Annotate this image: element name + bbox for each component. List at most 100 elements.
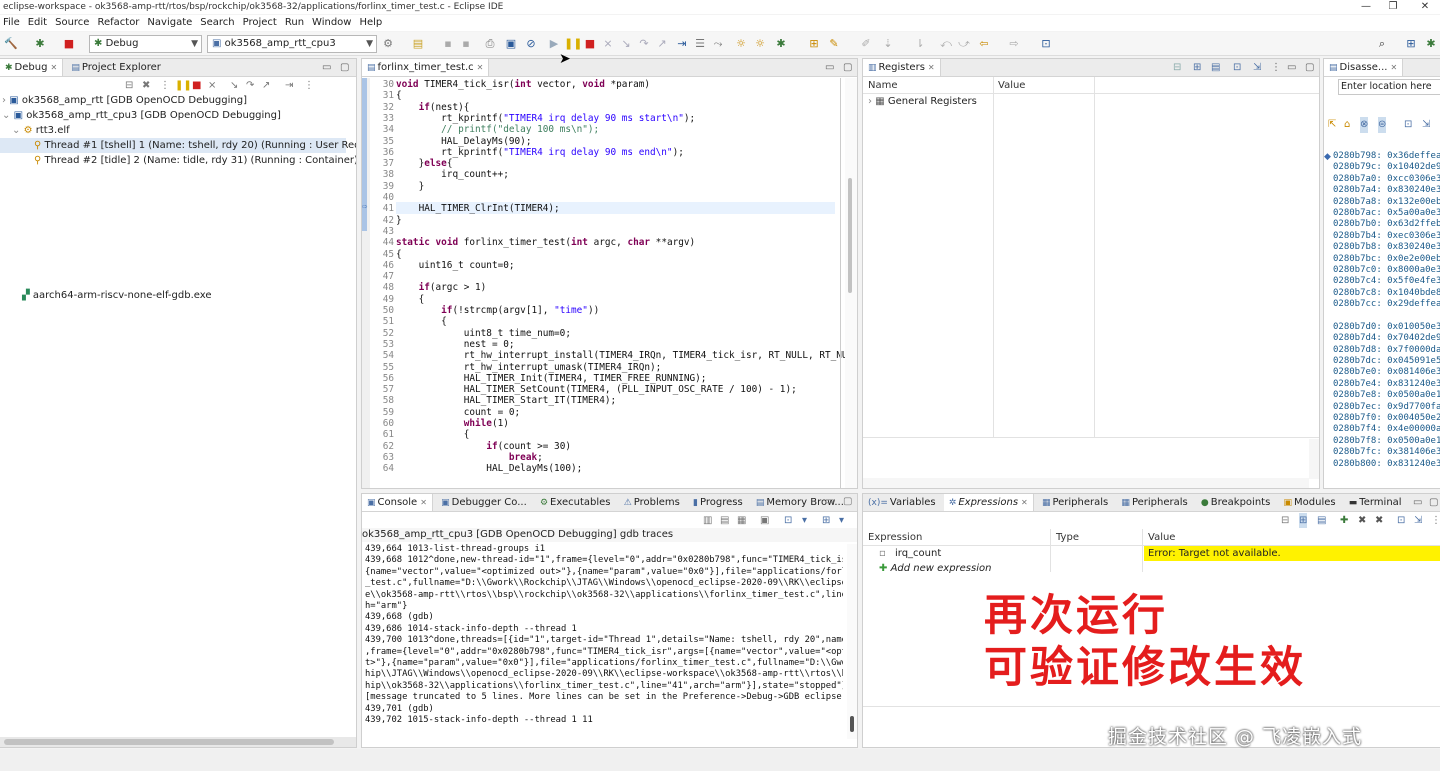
disassembly-row[interactable]: 0280b7e8: 0x0500a0e1 [1333, 390, 1440, 401]
print-icon[interactable]: ⎙ [482, 36, 498, 52]
pin-icon[interactable]: ⇲ [1253, 59, 1261, 76]
tree-item-launch-2[interactable]: ⌄ ▣ ok3568_amp_rtt_cpu3 [GDB OpenOCD Deb… [0, 108, 356, 123]
disassembly-row[interactable]: 0280b7d8: 0x7f0000da [1333, 345, 1440, 356]
scroll-lock-icon[interactable]: ▤ [720, 513, 729, 528]
disassembly-row[interactable]: 0280b7b0: 0x63d2ffeb [1333, 219, 1440, 230]
code-line[interactable]: { [396, 249, 839, 260]
open-perspective-icon[interactable]: ⊡ [1038, 36, 1054, 52]
menu-run[interactable]: Run [282, 15, 309, 31]
code-line[interactable]: void TIMER4_tick_isr(int vector, void *p… [396, 79, 839, 90]
vertical-scrollbar[interactable] [847, 544, 857, 739]
code-line[interactable]: count = 0; [396, 407, 839, 418]
tab-breakpoints[interactable]: ● Breakpoints [1196, 494, 1275, 511]
layout-icon[interactable]: ⊞ [1193, 59, 1201, 76]
display-selected-console-icon[interactable]: ▾ [802, 513, 807, 528]
launch-mode-select[interactable]: ✱ Debug ▼ [89, 35, 202, 53]
home-icon[interactable]: ⌂ [1344, 117, 1350, 133]
maximize-icon[interactable]: ▢ [1429, 494, 1438, 511]
disassembly-row[interactable]: 0280b7dc: 0x045091e5 [1333, 356, 1440, 367]
display-console-icon[interactable]: ⊡ [784, 513, 792, 528]
code-line[interactable]: irq_count++; [396, 169, 839, 180]
code-line[interactable]: // printf("delay 100 ms\n"); [396, 124, 839, 135]
gear-icon[interactable]: ⚙ [380, 36, 396, 52]
disassembly-row[interactable]: 0280b7a8: 0x132e00eb [1333, 197, 1440, 208]
disassembly-row[interactable]: 0280b7a4: 0x830240e3 [1333, 185, 1440, 196]
step-over-icon[interactable]: ↷ [246, 78, 254, 93]
reset-icon[interactable]: ☰ [692, 36, 708, 52]
code-line[interactable]: rt_hw_interrupt_install(TIMER4_IRQn, TIM… [396, 350, 857, 361]
code-line[interactable]: if(nest){ [396, 102, 839, 113]
external-tools-icon[interactable]: ✎ [826, 36, 842, 52]
column-header-expression[interactable]: Expression [868, 532, 922, 543]
minimize-icon[interactable]: ▭ [1413, 494, 1422, 511]
open-type-icon[interactable]: ⊞ [806, 36, 822, 52]
disassembly-row[interactable]: 0280b7d4: 0x70402de9 [1333, 333, 1440, 344]
minimize-icon[interactable]: ▭ [1287, 59, 1296, 76]
disassembly-row[interactable]: 0280b79c: 0x10402de9 [1333, 162, 1440, 173]
code-line[interactable]: break; [396, 452, 839, 463]
pin-icon[interactable]: ⇂ [912, 36, 928, 52]
column-header-name[interactable]: Name [868, 80, 898, 91]
close-icon[interactable]: ✕ [477, 63, 484, 72]
disassembly-row[interactable]: 0280b7e4: 0x831240e3 [1333, 379, 1440, 390]
suspend-icon[interactable]: ❚❚ [564, 36, 582, 52]
columns-icon[interactable]: ▤ [1317, 513, 1326, 528]
resume-icon[interactable]: ▶ [546, 36, 562, 52]
disassembly-row[interactable]: 0280b7c4: 0x5f0e4fe3 [1333, 276, 1440, 287]
maximize-icon[interactable]: ▢ [340, 59, 349, 76]
step-into-icon[interactable]: ↘ [618, 36, 634, 52]
code-line[interactable]: }else{ [396, 158, 839, 169]
view-menu-icon[interactable]: ⋮ [1271, 59, 1281, 76]
close-icon[interactable]: ✕ [420, 498, 427, 507]
menu-file[interactable]: File [0, 15, 25, 31]
debug-launch-icon[interactable]: ✱ [773, 36, 789, 52]
tab-peripherals-2[interactable]: ▦ Peripherals [1116, 494, 1192, 511]
step-into-icon[interactable]: ↘ [230, 78, 238, 93]
remove-all-icon[interactable]: ✖ [142, 78, 150, 93]
close-icon[interactable]: ✕ [928, 63, 935, 72]
tree-item-gdb[interactable]: ▞ aarch64-arm-riscv-none-elf-gdb.exe [0, 288, 356, 303]
remove-all-icon[interactable]: ✖ [1375, 513, 1383, 528]
maximize-icon[interactable]: ▢ [1305, 59, 1314, 76]
horizontal-scrollbar[interactable] [863, 478, 1309, 488]
new-view-icon[interactable]: ⊡ [1397, 513, 1405, 528]
code-line[interactable]: nest = 0; [396, 339, 839, 350]
maximize-icon[interactable]: ▢ [843, 59, 852, 76]
horizontal-scrollbar[interactable] [0, 737, 356, 747]
code-line[interactable]: static void forlinx_timer_test(int argc,… [396, 237, 839, 248]
tab-modules[interactable]: ▣ Modules [1279, 494, 1341, 511]
tree-item-elf[interactable]: ⌄ ⚙ rtt3.elf [0, 123, 356, 138]
word-wrap-icon[interactable]: ▦ [737, 513, 746, 528]
disassembly-row[interactable]: 0280b7bc: 0x0e2e00eb [1333, 254, 1440, 265]
register-group-row[interactable]: › ▦ General Registers [868, 96, 977, 107]
perspective-debug-icon[interactable]: ✱ [1423, 36, 1439, 52]
code-line[interactable]: HAL_DelayMs(90); [396, 136, 839, 147]
code-line[interactable]: } [396, 181, 839, 192]
code-line[interactable]: { [396, 429, 839, 440]
disconnect-icon[interactable]: ⨯ [208, 78, 216, 93]
new-view-icon[interactable]: ⊡ [1233, 59, 1241, 76]
code-line[interactable]: if(argc > 1) [396, 282, 839, 293]
skip-breakpoints-icon[interactable]: ⊘ [523, 36, 539, 52]
code-line[interactable]: } [396, 215, 839, 226]
stop-icon[interactable]: ■ [582, 36, 598, 52]
disassembly-row[interactable]: 0280b7fc: 0x381406e3 [1333, 447, 1440, 458]
vertical-scrollbar[interactable] [1309, 439, 1319, 479]
close-icon[interactable]: ✕ [1390, 63, 1397, 72]
location-input[interactable]: Enter location here [1338, 79, 1440, 95]
remove-icon[interactable]: ✖ [1358, 513, 1366, 528]
code-line[interactable]: if(count >= 30) [396, 441, 839, 452]
tab-expressions[interactable]: ✲ Expressions ✕ [943, 494, 1034, 511]
tab-executables[interactable]: ⚙ Executables [535, 494, 616, 511]
menu-source[interactable]: Source [52, 15, 94, 31]
debug-icon[interactable]: ✱ [32, 36, 48, 52]
maximize-icon[interactable]: ▢ [843, 494, 852, 509]
minimize-icon[interactable]: ▭ [825, 494, 834, 509]
add-expression-icon[interactable]: ✚ [1340, 513, 1348, 528]
terminate-icon[interactable]: ■ [61, 36, 77, 52]
code-line[interactable] [396, 226, 839, 237]
tab-debug[interactable]: ✱ Debug ✕ [0, 59, 64, 76]
back-nav-icon[interactable]: ⤺ [938, 36, 954, 52]
annotation-icon[interactable]: ⇣ [880, 36, 896, 52]
suspend-icon[interactable]: ❚❚ [175, 78, 192, 93]
